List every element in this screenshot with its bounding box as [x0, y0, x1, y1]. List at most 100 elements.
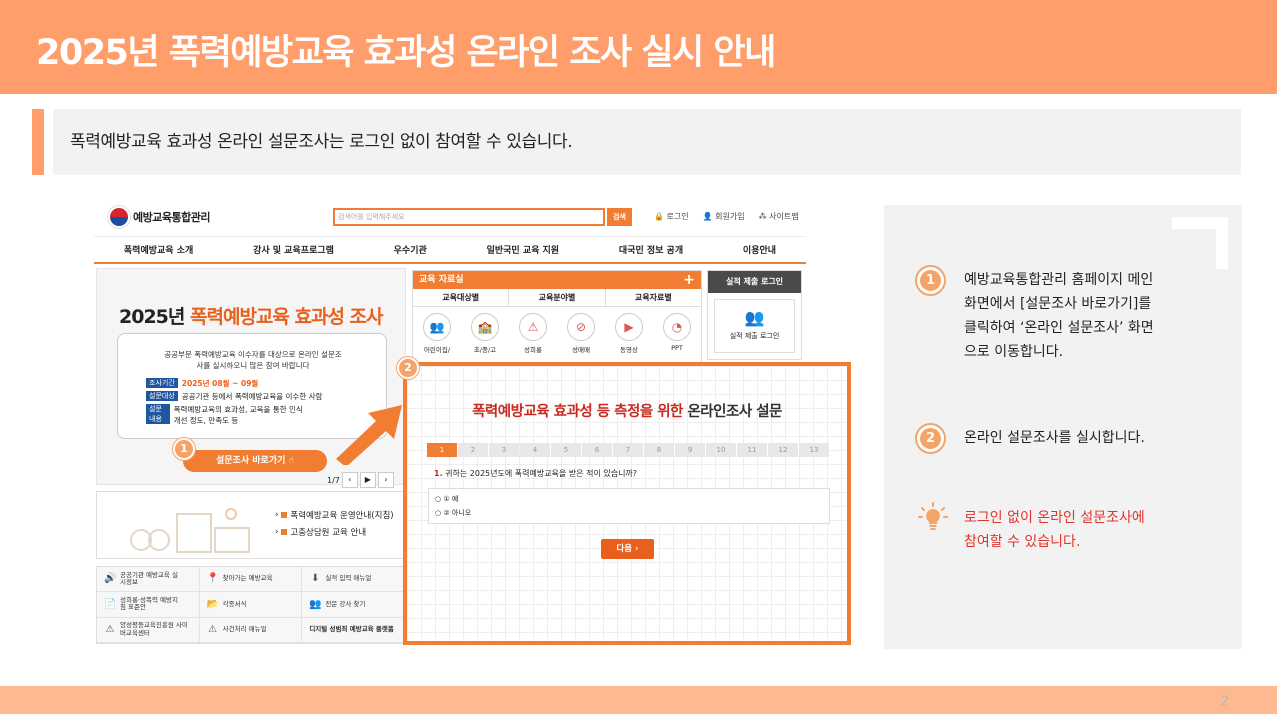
building-illustration-icon — [130, 508, 250, 553]
edu-resources-header: 교육 자료실 + — [413, 271, 701, 289]
option-yes[interactable]: ○ ① 예 — [435, 492, 823, 506]
signup-link[interactable]: 👤 회원가입 — [703, 211, 745, 222]
next-button[interactable]: 다음 › — [601, 539, 654, 559]
edu-item-kids[interactable]: 👥 어린이집/ — [423, 313, 451, 354]
survey-options: ○ ① 예 ○ ② 아니오 — [428, 488, 830, 524]
hero-row-period: 조사기간 2025년 08월 ~ 09월 — [146, 378, 258, 389]
tip-text: 로그인 없이 온라인 설문조사에 참여할 수 있습니다. — [964, 510, 1145, 550]
edu-item-harassment[interactable]: ⚠ 성희롱 — [519, 313, 547, 354]
option-no[interactable]: ○ ② 아니오 — [435, 506, 823, 520]
edu-tabs: 교육대상별 교육분야별 교육자료별 — [413, 289, 701, 307]
lightbulb-icon — [918, 502, 948, 530]
banner-link-guide[interactable]: › 폭력예방교육 운영안내(지침) — [275, 509, 394, 521]
school-icon: 🏫 — [471, 313, 499, 341]
step-7: 7 — [613, 443, 643, 457]
step-6: 6 — [582, 443, 612, 457]
folder-icon: 📂 — [206, 598, 220, 610]
nav-item-guide[interactable]: 이용안내 — [743, 243, 776, 256]
banner-link-counselor[interactable]: › 고충상담원 교육 안내 — [275, 526, 366, 538]
nav-item-intro[interactable]: 폭력예방교육 소개 — [124, 243, 193, 256]
quick-item-guideline[interactable]: 📄 성희롱·성폭력 예방지침 표준안 — [97, 592, 200, 618]
plus-icon[interactable]: + — [683, 271, 695, 289]
step-badge-1: 1 — [173, 438, 195, 460]
quick-item-forms[interactable]: 📂 각종서식 — [199, 592, 303, 618]
corner-decoration-icon — [1172, 217, 1228, 269]
location-icon: 📍 — [206, 573, 220, 585]
survey-shortcut-button[interactable]: 설문조사 바로가기 ☝ — [183, 450, 327, 472]
step-3: 3 — [489, 443, 519, 457]
users-icon: 👥 — [744, 308, 765, 327]
hero-desc: 공공부문 폭력예방교육 이수자를 대상으로 온라인 설문조사를 실시하오니 많은… — [164, 350, 342, 370]
login-link[interactable]: 🔒 로그인 — [654, 211, 689, 222]
tab-by-type[interactable]: 교육자료별 — [606, 289, 701, 306]
alert-icon: ⚠ — [208, 624, 218, 636]
taegeuk-logo-icon — [108, 206, 130, 228]
nav-item-public[interactable]: 일반국민 교육 지원 — [487, 243, 560, 256]
step-2: 2 — [458, 443, 488, 457]
performance-login-title: 실적 제출 로그인 — [708, 271, 801, 293]
step2-description: 온라인 설문조사를 실시합니다. — [964, 430, 1145, 446]
quick-item-info[interactable]: 🔊 공공기관 예방교육 실시정보 — [97, 567, 200, 593]
info-banner: › 폭력예방교육 운영안내(지침) › 고충상담원 교육 안내 — [96, 491, 406, 559]
performance-login-button[interactable]: 👥 실적 제출 로그인 — [714, 299, 795, 353]
nav-item-instructor[interactable]: 강사 및 교육프로그램 — [253, 243, 334, 256]
step-number-2: 2 — [917, 425, 944, 452]
people-icon: 👥 — [423, 313, 451, 341]
step-12: 12 — [768, 443, 798, 457]
download-icon: ⬇ — [311, 573, 320, 585]
shield-icon: ⚠ — [519, 313, 547, 341]
site-logo[interactable]: 예방교육통합관리 — [108, 206, 210, 228]
group-icon: 👥 — [309, 598, 322, 610]
next-icon[interactable]: › — [377, 472, 394, 488]
quick-item-digital[interactable]: 디지털 성범죄 예방교육 플랫폼 — [302, 617, 405, 643]
prev-icon[interactable]: ‹ — [341, 472, 358, 488]
step-4: 4 — [520, 443, 550, 457]
video-icon: ▶ — [615, 313, 643, 341]
step-number-1: 1 — [917, 267, 944, 294]
warning-icon: ⚠ — [105, 624, 115, 636]
search-button[interactable]: 검색 — [607, 208, 632, 226]
edu-item-school[interactable]: 🏫 초/중/고 — [471, 313, 499, 354]
page-number: 2 — [1220, 694, 1229, 710]
edu-item-prostitution[interactable]: ⊘ 성매매 — [567, 313, 595, 354]
quick-links: 🔊 공공기관 예방교육 실시정보 📍 찾아가는 예방교육 ⬇ 실적 입력 매뉴얼 📄 성… — [96, 566, 406, 644]
footer-bar — [0, 686, 1277, 714]
quick-item-incident[interactable]: ⚠ 사건처리 매뉴얼 — [199, 617, 303, 643]
performance-login: 실적 제출 로그인 👥 실적 제출 로그인 — [707, 270, 802, 360]
notice-accent — [32, 109, 44, 175]
step-13: 13 — [799, 443, 829, 457]
site-logo-text: 예방교육통합관리 — [133, 211, 210, 224]
hero-row-target: 설문대상 공공기관 등에서 폭력예방교육을 이수한 사람 — [146, 391, 322, 402]
edu-item-video[interactable]: ▶ 동영상 — [615, 313, 643, 354]
step-10: 10 — [706, 443, 736, 457]
edu-item-ppt[interactable]: ◔ PPT — [663, 313, 691, 354]
step-badge-2: 2 — [397, 357, 419, 379]
sitemap-link[interactable]: ⁂ 사이트맵 — [759, 211, 799, 222]
hero-title: 2025년 폭력예방교육 효과성 조사 — [119, 306, 384, 328]
quick-item-cyber[interactable]: ⚠ 양성평등교육진흥원 사이버교육센터 — [97, 617, 200, 643]
edu-resources: 교육 자료실 + 교육대상별 교육분야별 교육자료별 👥 어린이집/ 🏫 초/중/고 … — [412, 270, 702, 370]
step-5: 5 — [551, 443, 581, 457]
search-input[interactable]: 검색어를 입력해주세요 — [333, 208, 605, 226]
quick-item-manual[interactable]: ⬇ 실적 입력 매뉴얼 — [302, 567, 405, 593]
survey-title: 폭력예방교육 효과성 등 측정을 위한 온라인조사 설문 — [472, 404, 782, 420]
step-1: 1 — [427, 443, 457, 457]
main-nav: 폭력예방교육 소개 강사 및 교육프로그램 우수기관 일반국민 교육 지원 대국… — [94, 236, 806, 264]
nav-item-excellent[interactable]: 우수기관 — [394, 243, 427, 256]
quick-item-instructor[interactable]: 👥 전문 강사 찾기 — [302, 592, 405, 618]
survey-progress: 1 2 3 4 5 6 7 8 9 10 11 12 13 — [427, 443, 829, 457]
edu-icon-list: 👥 어린이집/ 🏫 초/중/고 ⚠ 성희롱 ⊘ 성매매 ▶ 동영상 ◔ PPT — [413, 307, 701, 354]
nav-item-disclosure[interactable]: 대국민 정보 공개 — [619, 243, 683, 256]
hero-pager: 1/7 ‹ ▶ › — [327, 472, 394, 488]
step-8: 8 — [644, 443, 674, 457]
tab-by-field[interactable]: 교육분야별 — [509, 289, 606, 306]
step1-description: 예방교육통합관리 홈페이지 메인 화면에서 [설문조사 바로가기]를 클릭하여 … — [964, 272, 1154, 360]
quick-item-visit[interactable]: 📍 찾아가는 예방교육 — [199, 567, 303, 593]
page-count: 1/7 — [327, 475, 340, 485]
tab-by-target[interactable]: 교육대상별 — [413, 289, 510, 306]
step-11: 11 — [737, 443, 767, 457]
play-icon[interactable]: ▶ — [359, 472, 376, 488]
hero-row-content: 설문내용 폭력예방교육의 효과성, 교육을 통한 인식개선 정도, 만족도 등 — [146, 404, 306, 426]
speaker-icon: 🔊 — [104, 573, 117, 585]
survey-popup: 폭력예방교육 효과성 등 측정을 위한 온라인조사 설문 1 2 3 4 5 6… — [403, 362, 851, 645]
